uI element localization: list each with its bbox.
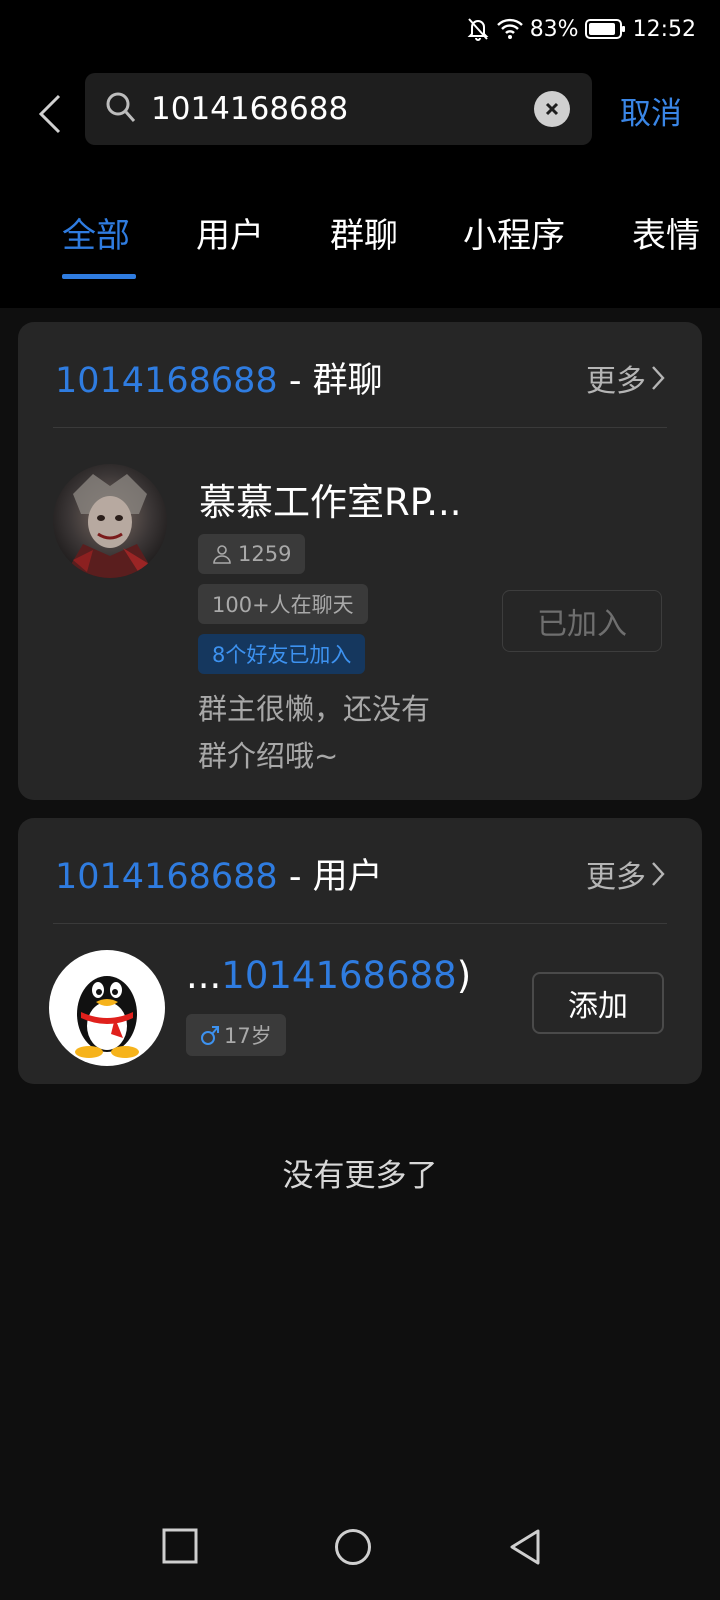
chevron-right-icon (652, 366, 665, 390)
user-results-card: 1014168688 - 用户 更多 ...1014168688) 17岁 添加 (18, 818, 702, 1084)
male-icon (201, 1026, 219, 1045)
group-avatar (53, 464, 167, 578)
home-button[interactable] (334, 1528, 372, 1570)
wifi-icon (496, 18, 524, 40)
status-indicators: 83% 12:52 (466, 14, 696, 44)
user-more-button[interactable]: 更多 (586, 852, 666, 896)
user-name-match: 1014168688 (221, 954, 457, 997)
close-icon (545, 102, 559, 116)
back-nav-button[interactable] (508, 1528, 542, 1570)
system-nav-bar (0, 1500, 720, 1600)
member-count: 1259 (238, 542, 292, 566)
group-section-separator: - (277, 361, 313, 401)
user-name-suffix: ) (456, 954, 472, 997)
group-section-title: 1014168688 - 群聊 (55, 352, 383, 403)
no-more-results: 没有更多了 (282, 1158, 438, 1194)
search-icon (105, 91, 137, 129)
group-section-keyword: 1014168688 (55, 361, 278, 401)
tab-groups[interactable]: 群聊 (330, 208, 398, 257)
add-friend-button[interactable]: 添加 (532, 972, 664, 1034)
active-tab-indicator (62, 274, 136, 279)
gender-age-badge: 17岁 (186, 1014, 286, 1056)
group-description: 群主很懒，还没有群介绍哦~ (198, 692, 431, 773)
friends-joined-badge: 8个好友已加入 (198, 634, 366, 674)
tab-users[interactable]: 用户 (196, 208, 264, 257)
user-age: 17岁 (224, 1024, 272, 1048)
member-count-badge: 1259 (198, 534, 306, 574)
circle-icon (335, 1529, 371, 1565)
search-header: 取消 全部 用户 群聊 小程序 表情 (0, 58, 720, 308)
user-section-category: 用户 (312, 857, 383, 897)
group-name: 慕慕工作室RP... (199, 481, 462, 524)
group-more-button[interactable]: 更多 (586, 356, 666, 400)
chevron-right-icon (652, 862, 665, 886)
tab-all[interactable]: 全部 (62, 208, 130, 257)
cancel-button[interactable]: 取消 (620, 88, 682, 133)
group-section-category: 群聊 (312, 361, 383, 401)
square-icon (162, 1528, 198, 1564)
user-avatar (49, 950, 165, 1066)
search-input[interactable] (151, 83, 511, 135)
battery-icon (584, 18, 627, 40)
status-bar: 83% 12:52 (0, 0, 720, 58)
divider (53, 427, 667, 428)
user-more-label: 更多 (586, 860, 646, 895)
search-box[interactable] (85, 73, 592, 145)
user-name-prefix: ... (186, 954, 222, 997)
back-button[interactable] (32, 88, 68, 140)
user-section-title: 1014168688 - 用户 (55, 848, 383, 899)
tab-mini-programs[interactable]: 小程序 (463, 208, 565, 257)
active-chat-badge: 100+人在聊天 (198, 584, 368, 624)
joined-button[interactable]: 已加入 (502, 590, 662, 652)
user-section-separator: - (277, 857, 313, 897)
penguin-icon (75, 976, 139, 1058)
chevron-left-icon (38, 94, 61, 134)
person-icon (213, 545, 231, 564)
triangle-back-icon (510, 1529, 540, 1565)
clock: 12:52 (632, 16, 696, 42)
user-section-keyword: 1014168688 (55, 857, 278, 897)
tab-stickers[interactable]: 表情 (632, 208, 700, 257)
battery-percent: 83% (529, 16, 579, 42)
group-results-card: 1014168688 - 群聊 更多 慕慕工作室RP... 1259 100+人… (18, 322, 702, 800)
group-more-label: 更多 (586, 364, 646, 399)
user-name: ...1014168688) (186, 954, 471, 997)
mute-bell-icon (466, 16, 490, 42)
recent-apps-button[interactable] (162, 1528, 198, 1568)
clear-search-button[interactable] (534, 91, 570, 127)
divider (53, 923, 667, 924)
